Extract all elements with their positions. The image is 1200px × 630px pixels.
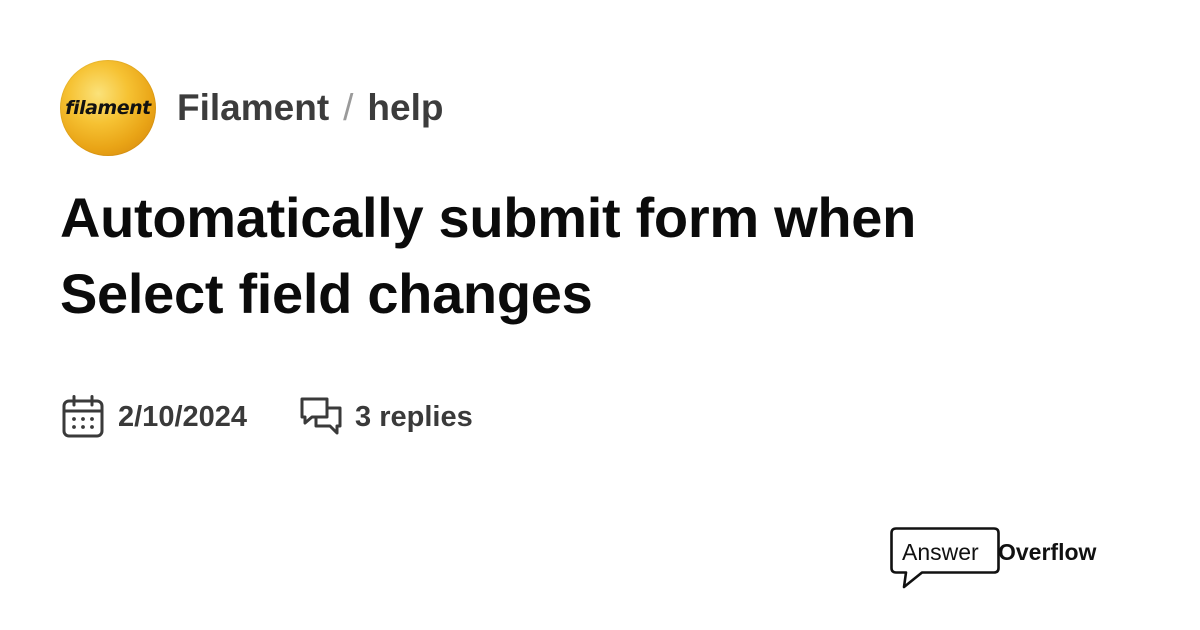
chat-bubbles-icon [299, 395, 343, 439]
thread-date: 2/10/2024 [62, 395, 247, 439]
answeroverflow-logo: Answer Overflow [890, 527, 1112, 593]
server-logo-text: filament [65, 97, 151, 119]
breadcrumb-separator: / [343, 87, 354, 128]
calendar-icon [62, 395, 104, 439]
channel-name[interactable]: help [367, 87, 443, 129]
server-header: filament Filament / help [60, 60, 443, 156]
thread-title-line-2: Select field changes [60, 262, 593, 325]
thread-replies-text: 3 replies [355, 400, 473, 433]
breadcrumb: Filament / help [177, 87, 443, 129]
brand-answer-text: Answer [902, 539, 979, 565]
thread-meta: 2/10/2024 3 replies [62, 394, 473, 440]
server-name[interactable]: Filament [177, 87, 329, 129]
og-card: filament Filament / help Automatically s… [0, 0, 1200, 630]
thread-replies: 3 replies [299, 395, 473, 439]
brand-overflow-text: Overflow [998, 539, 1097, 565]
thread-title-line-1: Automatically submit form when [60, 186, 916, 249]
thread-title: Automatically submit form when Select fi… [60, 180, 1120, 332]
thread-date-text: 2/10/2024 [118, 400, 248, 433]
server-logo: filament [60, 60, 156, 156]
